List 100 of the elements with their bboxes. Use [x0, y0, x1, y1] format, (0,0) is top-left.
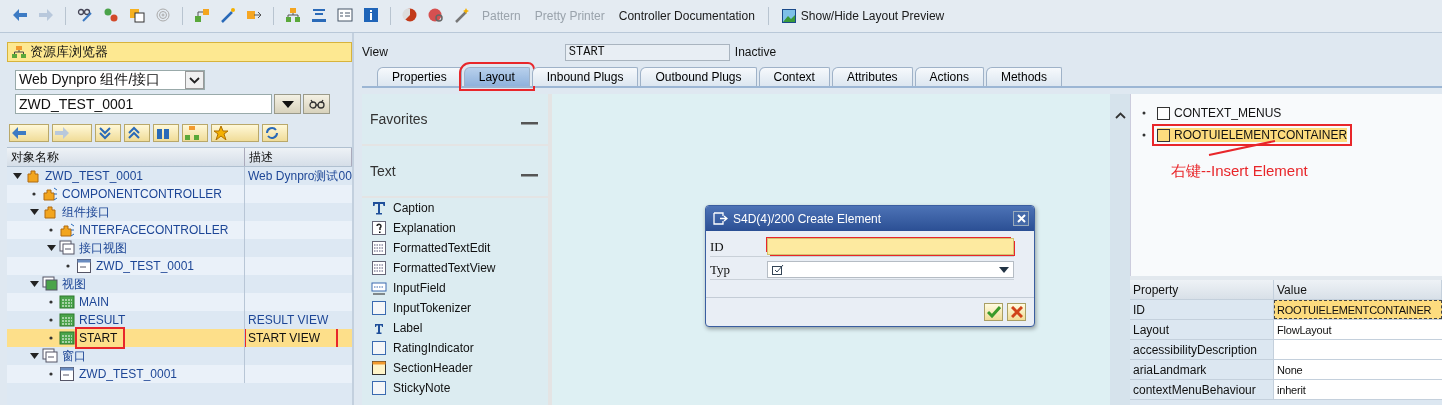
list-icon: [337, 6, 353, 23]
puzzle-icon: [42, 186, 58, 202]
grid-icon: [59, 330, 75, 346]
toolbar-button[interactable]: Show/Hide Layout Preview: [777, 7, 949, 25]
palette-group-header[interactable]: Favorites: [362, 94, 548, 146]
node-label: RESULT: [79, 313, 126, 327]
view-name-field: START: [564, 43, 730, 61]
close-button[interactable]: [1013, 211, 1029, 226]
collapse-button[interactable]: [124, 124, 150, 142]
hierarchy-button[interactable]: [182, 124, 208, 142]
square-icon: [371, 340, 387, 356]
column-header[interactable]: 对象名称: [7, 148, 245, 166]
toolbar-button[interactable]: Controller Documentation: [614, 7, 759, 25]
tab[interactable]: Actions: [914, 67, 984, 86]
ui-element-node[interactable]: ROOTUIELEMENTCONTAINER: [1152, 124, 1353, 146]
tab[interactable]: Attributes: [831, 67, 913, 86]
tree-row[interactable]: ZWD_TEST_0001: [7, 365, 352, 383]
column-header[interactable]: 描述: [245, 148, 352, 166]
window-stack-icon: [42, 276, 58, 292]
puzzle-icon: [59, 222, 75, 238]
property-value[interactable]: inherit: [1274, 380, 1442, 399]
tree-row[interactable]: MAIN: [7, 293, 352, 311]
chevron-icon: [185, 71, 204, 89]
checkmark-icon: [986, 306, 1001, 318]
palette-item[interactable]: InputTokenizer: [362, 298, 548, 318]
star-button[interactable]: [211, 124, 259, 142]
collapse-triangle-icon[interactable]: [47, 244, 56, 252]
window-icon: [76, 258, 92, 274]
property-value[interactable]: FlowLayout: [1274, 320, 1442, 339]
wand-icon: [454, 6, 470, 23]
node-label: 视图: [62, 275, 86, 293]
scroll-up-icon[interactable]: [1114, 112, 1126, 119]
palette-item[interactable]: Label: [362, 318, 548, 338]
tree-row[interactable]: COMPONENTCONTROLLER: [7, 185, 352, 203]
node-label: COMPONENTCONTROLLER: [62, 187, 222, 201]
checkbox-icon: [772, 264, 784, 275]
palette-item[interactable]: FormattedTextView: [362, 258, 548, 278]
property-value[interactable]: None: [1274, 360, 1442, 379]
palette-group-header[interactable]: Text: [362, 146, 548, 198]
square-icon: [371, 380, 387, 396]
palette-item[interactable]: Explanation: [362, 218, 548, 238]
dropdown-button[interactable]: [274, 94, 301, 114]
bullet-icon: [47, 316, 55, 324]
property-value[interactable]: ROOTUIELEMENTCONTAINER: [1274, 300, 1442, 319]
palette-item[interactable]: RatingIndicator: [362, 338, 548, 358]
palette-item[interactable]: FormattedTextEdit: [362, 238, 548, 258]
bullet-icon: [1141, 110, 1147, 116]
window-stack-icon: [59, 240, 75, 256]
collapse-triangle-icon[interactable]: [30, 352, 39, 360]
caret-icon: [999, 266, 1009, 273]
tree-row[interactable]: INTERFACECONTROLLER: [7, 221, 352, 239]
minus-icon: [521, 122, 538, 125]
close-icon: [1010, 306, 1023, 318]
forward-arrow-icon: [38, 6, 54, 23]
bullet-icon: [30, 190, 38, 198]
palette-item[interactable]: InputField: [362, 278, 548, 298]
tab[interactable]: Properties: [377, 67, 462, 86]
tree-row[interactable]: START START VIEW: [7, 329, 352, 347]
id-input-field[interactable]: [767, 238, 1014, 255]
tree-row[interactable]: ZWD_TEST_0001: [7, 257, 352, 275]
node-label: ZWD_TEST_0001: [79, 367, 178, 381]
back-arrow-button[interactable]: [9, 124, 49, 142]
display-button[interactable]: [303, 94, 330, 114]
tab[interactable]: Methods: [985, 67, 1062, 86]
tab[interactable]: Context: [758, 67, 830, 86]
bullet-icon: [1141, 132, 1147, 138]
annotation-text: 右键--Insert Element: [1171, 162, 1308, 181]
bullet-icon: [47, 334, 55, 342]
description-text: RESULT VIEW: [248, 313, 329, 327]
confirm-button[interactable]: [984, 303, 1003, 321]
column-header[interactable]: Property: [1130, 280, 1274, 299]
panel-title: 资源库浏览器: [30, 43, 108, 61]
palette-item[interactable]: SectionHeader: [362, 358, 548, 378]
collapse-triangle-icon[interactable]: [30, 280, 39, 288]
collapse-triangle-icon[interactable]: [13, 172, 22, 180]
copy-icon: [129, 6, 145, 23]
wand-icon: [220, 6, 236, 23]
tab[interactable]: Outbound Plugs: [640, 67, 757, 86]
ui-element-node[interactable]: CONTEXT_MENUS: [1152, 102, 1287, 124]
hierarchy-icon: [185, 126, 199, 140]
dialog-icon: [713, 212, 728, 225]
field-label: ID: [710, 238, 725, 255]
square-icon: [371, 300, 387, 316]
square-icon: [1157, 128, 1170, 142]
cancel-button[interactable]: [1007, 303, 1026, 321]
object-name-field[interactable]: ZWD_TEST_0001: [15, 94, 272, 114]
node-label: INTERFACECONTROLLER: [79, 223, 229, 237]
glasses-pencil-icon: [77, 6, 93, 23]
object-type-dropdown[interactable]: Web Dynpro 组件/接口: [15, 70, 205, 90]
node-label: 窗口: [62, 347, 86, 365]
column-header[interactable]: Value: [1274, 280, 1442, 299]
palette-item[interactable]: StickyNote: [362, 378, 548, 398]
collapse-triangle-icon[interactable]: [30, 208, 39, 216]
status-text: Inactive: [734, 45, 777, 59]
palette-item[interactable]: Caption: [362, 198, 548, 218]
expand-button[interactable]: [95, 124, 121, 142]
refresh-button[interactable]: [262, 124, 288, 142]
tab[interactable]: Inbound Plugs: [531, 67, 639, 86]
dialog-title: S4D(4)/200 Create Element: [733, 211, 883, 226]
circles-icon: [103, 6, 119, 23]
